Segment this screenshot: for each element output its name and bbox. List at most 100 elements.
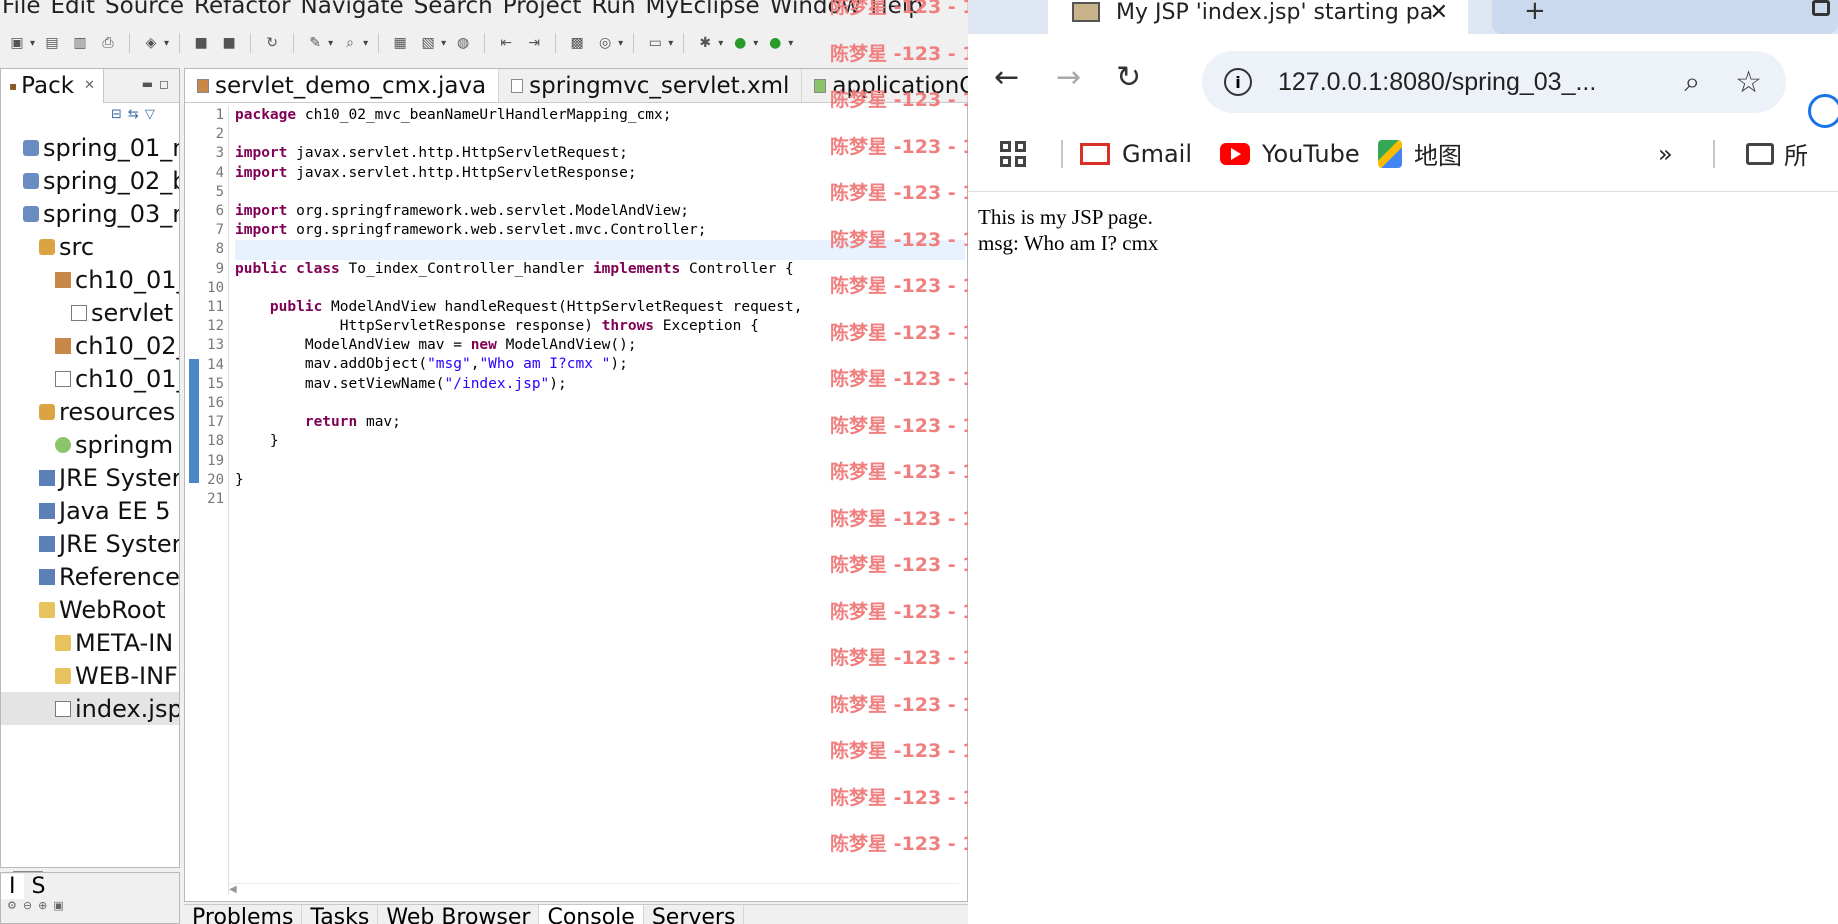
tree-item[interactable]: Reference bbox=[1, 560, 179, 593]
run-server-dropdown-icon[interactable]: ▾ bbox=[788, 38, 793, 49]
perspective-dropdown-icon[interactable]: ▾ bbox=[668, 38, 673, 49]
refresh-icon[interactable]: ↻ bbox=[261, 33, 283, 53]
tab-outline-1[interactable]: S bbox=[24, 874, 54, 899]
close-tab-icon[interactable]: ✕ bbox=[1430, 0, 1448, 25]
tree-item[interactable]: src bbox=[1, 230, 179, 263]
tree-item[interactable]: META-IN bbox=[1, 626, 179, 659]
tab-console[interactable]: Console bbox=[539, 905, 644, 924]
tab-problems[interactable]: Problems bbox=[184, 905, 303, 924]
tab-web-browser[interactable]: Web Browser bbox=[378, 905, 540, 924]
apps-button[interactable] bbox=[1000, 140, 1026, 167]
fit-icon[interactable]: ▣ bbox=[53, 899, 69, 912]
menu-file[interactable]: File bbox=[2, 0, 41, 19]
tree-item[interactable]: JRE Syster bbox=[1, 527, 179, 560]
forward-nav-icon[interactable]: ⇥ bbox=[523, 33, 545, 53]
tree-item[interactable]: ch10_01_ bbox=[1, 362, 179, 395]
filter-icon[interactable]: ⚙ bbox=[7, 899, 23, 912]
bookmark-all-folder[interactable]: 所 bbox=[1746, 136, 1808, 171]
perspective-icon[interactable]: ▭ bbox=[644, 33, 666, 53]
task-icon[interactable]: ▩ bbox=[566, 33, 588, 53]
scroll-left-icon[interactable]: ◀ bbox=[229, 884, 237, 895]
new-tab-icon[interactable]: + bbox=[1524, 0, 1546, 26]
menu-search[interactable]: Search bbox=[414, 0, 493, 19]
view-menu-icon[interactable]: ▽ bbox=[145, 107, 161, 122]
horizontal-scrollbar[interactable]: ◀ bbox=[229, 883, 959, 895]
new-icon[interactable]: ▣ bbox=[6, 33, 28, 53]
bookmark-gmail[interactable]: Gmail bbox=[1080, 140, 1192, 168]
new-tab-area[interactable]: + bbox=[1492, 0, 1838, 34]
code-string: "/index.jsp" bbox=[444, 375, 550, 392]
server-icon[interactable]: ■ bbox=[218, 33, 240, 53]
url-text[interactable]: 127.0.0.1:8080/spring_03_... bbox=[1278, 68, 1596, 97]
tree-item[interactable]: WebRoot bbox=[1, 593, 179, 626]
zoom-out-icon[interactable]: ⊖ bbox=[23, 899, 38, 912]
run-server-icon[interactable]: ● bbox=[764, 33, 786, 53]
back-arrow-icon[interactable]: ← bbox=[994, 60, 1019, 95]
forward-arrow-icon[interactable]: → bbox=[1056, 60, 1081, 95]
tab-search-icon[interactable] bbox=[1812, 0, 1830, 16]
tree-item[interactable]: spring_02_b bbox=[1, 164, 179, 197]
collapse-all-icon[interactable]: ⊟ bbox=[111, 107, 128, 122]
minimize-maximize-icon[interactable]: ▬◻ bbox=[142, 77, 175, 91]
close-icon[interactable]: ✕ bbox=[84, 78, 95, 93]
browser-tab[interactable]: My JSP 'index.jsp' starting pa ✕ bbox=[1048, 0, 1468, 34]
menu-edit[interactable]: Edit bbox=[51, 0, 96, 19]
menu-source[interactable]: Source bbox=[105, 0, 184, 19]
annotation-icon[interactable]: ◎ bbox=[594, 33, 616, 53]
back-nav-icon[interactable]: ⇤ bbox=[495, 33, 517, 53]
bookmark-maps[interactable]: 地图 bbox=[1378, 136, 1462, 171]
run-icon[interactable]: ● bbox=[729, 33, 751, 53]
tree-item[interactable]: index.jsp bbox=[1, 692, 179, 725]
open-type-icon[interactable]: ◈ bbox=[140, 33, 162, 53]
zoom-in-icon[interactable]: ⊕ bbox=[38, 899, 53, 912]
editor-tab[interactable]: servlet_demo_cmx.java bbox=[185, 69, 500, 102]
open-type-dropdown-icon[interactable]: ▾ bbox=[164, 38, 169, 49]
menu-myeclipse[interactable]: MyEclipse bbox=[646, 0, 760, 19]
annotation-dropdown-icon[interactable]: ▾ bbox=[618, 38, 623, 49]
tree-item[interactable]: JRE Syster bbox=[1, 461, 179, 494]
build-icon[interactable]: ▦ bbox=[389, 33, 411, 53]
search-icon[interactable]: ⌕ bbox=[339, 33, 361, 53]
globe-icon[interactable]: ◍ bbox=[452, 33, 474, 53]
site-info-icon[interactable]: i bbox=[1224, 68, 1252, 96]
save-all-icon[interactable]: ▥ bbox=[69, 33, 91, 53]
menu-project[interactable]: Project bbox=[503, 0, 582, 19]
tree-item[interactable]: ch10_01_ bbox=[1, 263, 179, 296]
menu-navigate[interactable]: Navigate bbox=[301, 0, 404, 19]
editor-tab[interactable]: springmvc_servlet.xml bbox=[499, 69, 803, 102]
link-editor-icon[interactable]: ⇆ bbox=[128, 107, 145, 122]
bookmark-star-icon[interactable]: ☆ bbox=[1735, 65, 1762, 100]
code-text-area[interactable]: package ch10_02_mvc_beanNameUrlHandlerMa… bbox=[235, 106, 965, 509]
save-icon[interactable]: ▤ bbox=[41, 33, 63, 53]
menu-refactor[interactable]: Refactor bbox=[194, 0, 290, 19]
tab-servers[interactable]: Servers bbox=[644, 905, 745, 924]
reload-icon[interactable]: ↻ bbox=[1116, 60, 1141, 95]
tab-outline-0[interactable]: I bbox=[1, 873, 24, 899]
debug-icon[interactable]: ✱ bbox=[694, 33, 716, 53]
new-dropdown-icon[interactable]: ▾ bbox=[30, 38, 35, 49]
tree-item[interactable]: servlet bbox=[1, 296, 179, 329]
print-icon[interactable]: ⎙ bbox=[97, 33, 119, 53]
tab-package-explorer[interactable]: ▪ Pack ✕ bbox=[1, 68, 104, 103]
wizard-dropdown-icon[interactable]: ▾ bbox=[328, 38, 333, 49]
tree-item[interactable]: spring_03_m bbox=[1, 197, 179, 230]
tree-item[interactable]: WEB-INF bbox=[1, 659, 179, 692]
menu-run[interactable]: Run bbox=[591, 0, 635, 19]
tree-item[interactable]: resources bbox=[1, 395, 179, 428]
deploy-icon[interactable]: ■ bbox=[190, 33, 212, 53]
tree-item[interactable]: ch10_02_ bbox=[1, 329, 179, 362]
more-bookmarks-button[interactable]: » bbox=[1658, 140, 1673, 168]
build-dropdown-icon[interactable]: ▾ bbox=[441, 38, 446, 49]
build-file-icon[interactable]: ▧ bbox=[417, 33, 439, 53]
tree-item[interactable]: Java EE 5 I bbox=[1, 494, 179, 527]
tree-item[interactable]: spring_01_m bbox=[1, 131, 179, 164]
tree-item[interactable]: springm bbox=[1, 428, 179, 461]
run-dropdown-icon[interactable]: ▾ bbox=[753, 38, 758, 49]
search-dropdown-icon[interactable]: ▾ bbox=[363, 38, 368, 49]
debug-dropdown-icon[interactable]: ▾ bbox=[718, 38, 723, 49]
tab-tasks[interactable]: Tasks bbox=[302, 905, 379, 924]
bookmark-youtube[interactable]: YouTube bbox=[1220, 140, 1360, 168]
wizard-icon[interactable]: ✎ bbox=[304, 33, 326, 53]
zoom-icon[interactable]: ⌕ bbox=[1684, 65, 1700, 99]
address-bar[interactable]: i 127.0.0.1:8080/spring_03_... ⌕ ☆ bbox=[1202, 51, 1786, 113]
